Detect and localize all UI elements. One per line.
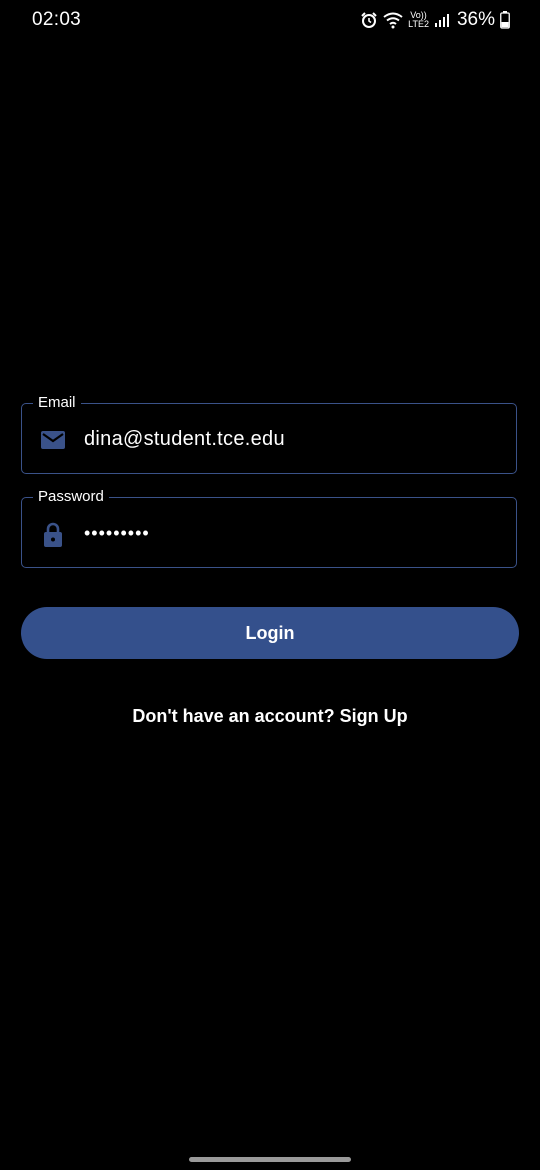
home-indicator[interactable] xyxy=(189,1157,351,1162)
lte-bottom-label: LTE2 xyxy=(408,19,429,29)
email-label: Email xyxy=(33,394,81,412)
wifi-icon xyxy=(383,11,403,29)
email-field[interactable]: Email dina@student.tce.edu xyxy=(21,394,517,474)
email-input[interactable]: dina@student.tce.edu xyxy=(84,426,285,452)
lock-icon xyxy=(39,520,67,548)
mail-icon xyxy=(39,426,67,454)
password-field[interactable]: Password ••••••••• xyxy=(21,488,517,568)
status-bar: 02:03 Vo)) LTE2 36% xyxy=(0,0,540,40)
status-icons: Vo)) LTE2 36% xyxy=(360,9,510,31)
alarm-icon xyxy=(360,11,378,29)
battery-icon xyxy=(500,11,510,29)
login-button[interactable]: Login xyxy=(21,607,519,659)
signal-icon xyxy=(434,12,450,28)
lte-icon: Vo)) LTE2 xyxy=(408,11,429,29)
password-input[interactable]: ••••••••• xyxy=(84,520,150,546)
status-time: 02:03 xyxy=(32,9,82,30)
signup-link[interactable]: Don't have an account? Sign Up xyxy=(0,706,540,727)
password-label: Password xyxy=(33,488,109,506)
battery-percent: 36% xyxy=(456,9,495,30)
